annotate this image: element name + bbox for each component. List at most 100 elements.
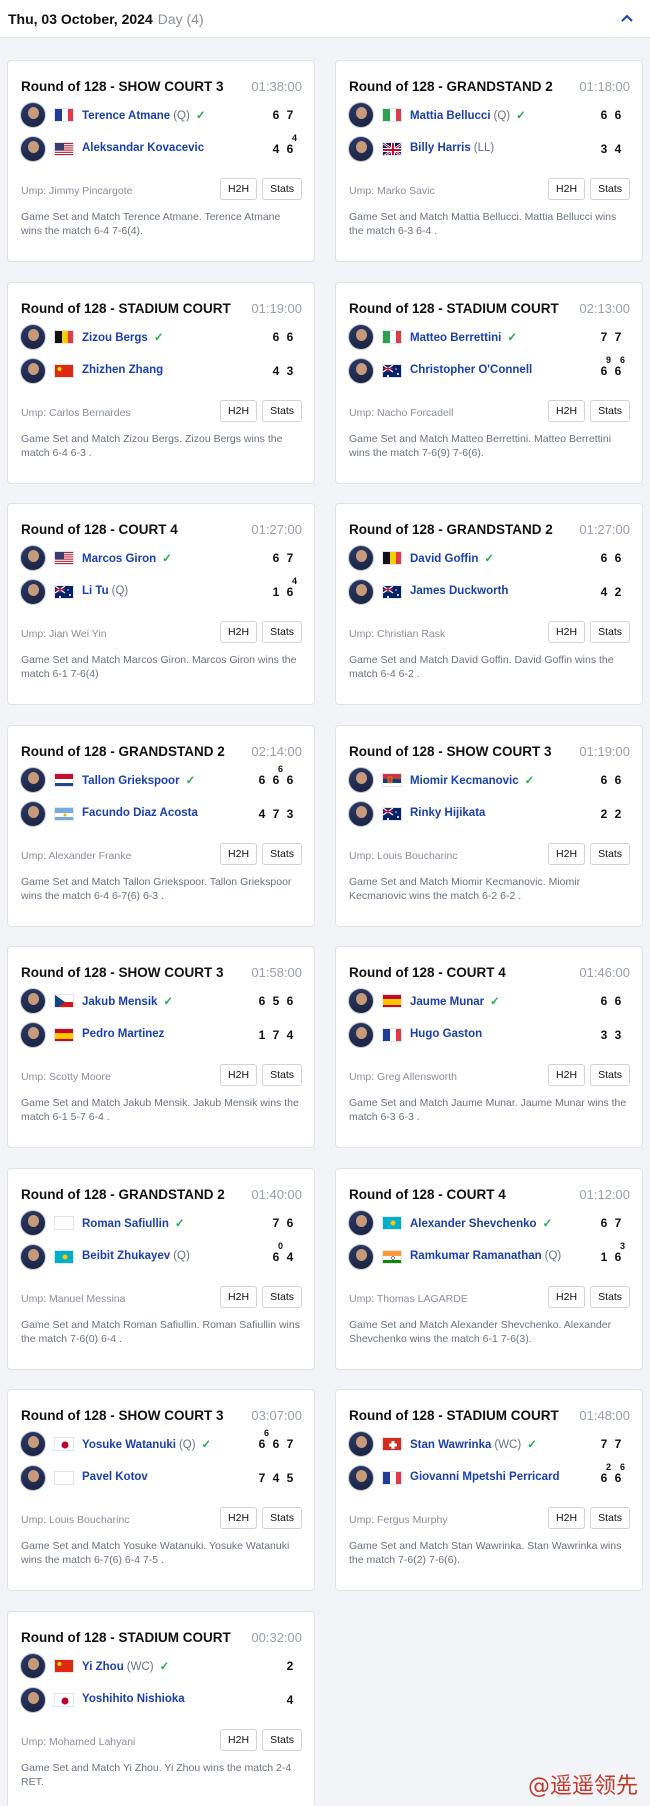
stats-button[interactable]: Stats — [262, 1285, 302, 1308]
stats-button[interactable]: Stats — [590, 1064, 630, 1086]
stats-button[interactable]: Stats — [262, 1064, 302, 1086]
player-avatar[interactable] — [20, 1209, 46, 1236]
stats-button[interactable]: Stats — [590, 178, 630, 200]
player-name-link[interactable]: Pedro Martinez — [82, 1028, 164, 1040]
umpire-label: Ump: Marko Savic — [349, 185, 435, 197]
player-avatar[interactable] — [20, 102, 46, 128]
australia-flag-icon — [54, 585, 74, 599]
stats-button[interactable]: Stats — [590, 1285, 630, 1308]
player-avatar[interactable] — [348, 136, 374, 162]
stats-button[interactable]: Stats — [262, 1507, 302, 1529]
player-avatar[interactable] — [348, 1431, 374, 1457]
player-name-link[interactable]: Jakub Mensik ✓ — [82, 994, 173, 1008]
h2h-button[interactable]: H2H — [220, 1064, 258, 1086]
h2h-button[interactable]: H2H — [220, 1507, 258, 1529]
player-name-link[interactable]: Facundo Diaz Acosta — [82, 807, 198, 819]
match-duration: 02:14:00 — [251, 743, 302, 759]
player-avatar[interactable] — [20, 323, 46, 350]
player-avatar[interactable] — [20, 800, 46, 827]
player-avatar[interactable] — [348, 357, 374, 384]
h2h-button[interactable]: H2H — [548, 178, 586, 200]
h2h-button[interactable]: H2H — [548, 1285, 586, 1308]
player-name-link[interactable]: Jaume Munar ✓ — [410, 994, 500, 1008]
player-name-link[interactable]: Christopher O'Connell — [410, 364, 532, 376]
player-name-link[interactable]: Yoshihito Nishioka — [82, 1693, 185, 1705]
player-avatar[interactable] — [20, 357, 46, 384]
player-name-link[interactable]: David Goffin ✓ — [410, 551, 494, 565]
player-avatar[interactable] — [20, 545, 46, 571]
h2h-button[interactable]: H2H — [548, 399, 586, 422]
player-avatar[interactable] — [348, 1243, 374, 1270]
player-name-link[interactable]: Beibit Zhukayev (Q) — [82, 1250, 190, 1262]
stats-button[interactable]: Stats — [262, 178, 302, 200]
player-avatar[interactable] — [348, 579, 374, 605]
stats-button[interactable]: Stats — [262, 399, 302, 422]
player-name-link[interactable]: Matteo Berrettini ✓ — [410, 330, 517, 344]
player-avatar[interactable] — [20, 988, 46, 1014]
player-avatar[interactable] — [348, 1465, 374, 1491]
player-avatar[interactable] — [348, 323, 374, 350]
player-avatar[interactable] — [20, 1652, 46, 1679]
player-avatar[interactable] — [348, 766, 374, 793]
player-name-link[interactable]: Zizou Bergs ✓ — [82, 330, 163, 344]
player-name-link[interactable]: Rinky Hijikata — [410, 807, 485, 819]
set-score: 4 — [272, 363, 280, 378]
player-name-link[interactable]: Ramkumar Ramanathan (Q) — [410, 1250, 561, 1262]
match-round-court: Round of 128 - SHOW COURT 3 — [21, 79, 224, 94]
player-name-link[interactable]: Marcos Giron ✓ — [82, 551, 172, 565]
player-avatar[interactable] — [20, 766, 46, 793]
stats-button[interactable]: Stats — [590, 621, 630, 643]
player-avatar[interactable] — [348, 102, 374, 128]
player-avatar[interactable] — [20, 136, 46, 162]
player-name-link[interactable]: Stan Wawrinka (WC) ✓ — [410, 1437, 537, 1451]
chevron-up-icon[interactable] — [618, 10, 636, 28]
player-name-link[interactable]: Hugo Gaston — [410, 1028, 482, 1040]
player-name-link[interactable]: Aleksandar Kovacevic — [82, 142, 204, 154]
h2h-button[interactable]: H2H — [220, 178, 258, 200]
h2h-button[interactable]: H2H — [220, 621, 258, 643]
player-name-link[interactable]: Terence Atmane (Q) ✓ — [82, 108, 205, 122]
player-name-link[interactable]: Billy Harris (LL) — [410, 142, 494, 154]
stats-button[interactable]: Stats — [590, 842, 630, 865]
set-score: 60 — [272, 1240, 284, 1264]
player-avatar[interactable] — [348, 1209, 374, 1236]
match-round-court: Round of 128 - STADIUM COURT — [349, 300, 559, 316]
stats-button[interactable]: Stats — [262, 621, 302, 643]
player-name-link[interactable]: Yi Zhou (WC) ✓ — [82, 1659, 169, 1673]
player-avatar[interactable] — [20, 579, 46, 605]
player-name-link[interactable]: Pavel Kotov — [82, 1471, 148, 1483]
player-name-link[interactable]: Roman Safiullin ✓ — [82, 1216, 185, 1230]
h2h-button[interactable]: H2H — [548, 1507, 586, 1529]
stats-button[interactable]: Stats — [262, 842, 302, 865]
h2h-button[interactable]: H2H — [220, 1728, 258, 1751]
h2h-button[interactable]: H2H — [548, 842, 586, 865]
h2h-button[interactable]: H2H — [220, 1285, 258, 1308]
player-avatar[interactable] — [20, 1431, 46, 1457]
player-name-link[interactable]: James Duckworth — [410, 585, 508, 597]
player-name-link[interactable]: Miomir Kecmanovic ✓ — [410, 773, 534, 787]
player-name-link[interactable]: Alexander Shevchenko ✓ — [410, 1216, 552, 1230]
h2h-button[interactable]: H2H — [548, 1064, 586, 1086]
stats-button[interactable]: Stats — [590, 1507, 630, 1529]
player-avatar[interactable] — [348, 988, 374, 1014]
player-avatar[interactable] — [20, 1243, 46, 1270]
player-avatar[interactable] — [348, 545, 374, 571]
h2h-button[interactable]: H2H — [220, 842, 258, 865]
player-name-link[interactable]: Zhizhen Zhang — [82, 364, 163, 376]
player-name-link[interactable]: Li Tu (Q) — [82, 585, 128, 597]
player-name-link[interactable]: Giovanni Mpetshi Perricard — [410, 1471, 560, 1483]
stats-button[interactable]: Stats — [590, 399, 630, 422]
player-name-link[interactable]: Yosuke Watanuki (Q) ✓ — [82, 1437, 211, 1451]
player-avatar[interactable] — [20, 1022, 46, 1048]
set-score: 4 — [286, 1692, 294, 1707]
player-avatar[interactable] — [20, 1686, 46, 1713]
player-name: David Goffin — [410, 553, 479, 565]
player-name-link[interactable]: Tallon Griekspoor ✓ — [82, 773, 195, 787]
player-avatar[interactable] — [348, 1022, 374, 1048]
h2h-button[interactable]: H2H — [220, 399, 258, 422]
h2h-button[interactable]: H2H — [548, 621, 586, 643]
player-name-link[interactable]: Mattia Bellucci (Q) ✓ — [410, 108, 526, 122]
stats-button[interactable]: Stats — [262, 1728, 302, 1751]
player-avatar[interactable] — [20, 1465, 46, 1491]
player-avatar[interactable] — [348, 800, 374, 827]
